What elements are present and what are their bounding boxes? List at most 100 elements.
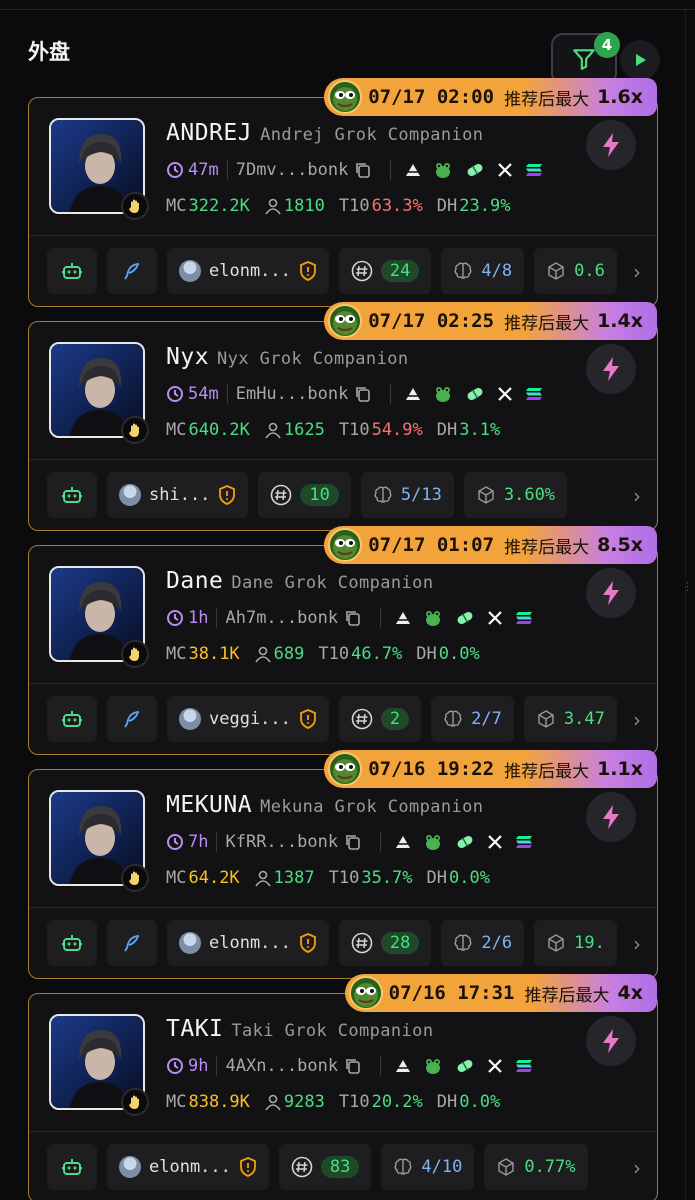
replies-button[interactable]: 2 [338,696,422,742]
creator-button[interactable]: elonm... [167,248,329,294]
creator-button[interactable]: elonm... [107,1144,269,1190]
contract-address[interactable]: Ah7m...bonk [225,608,338,628]
replies-button[interactable]: 24 [338,248,432,294]
token-card[interactable]: 07/17 01:07 推荐后最大 8.5x Dane Dane Grok Com… [28,526,658,755]
lightning-icon [603,805,619,829]
frog-icon[interactable] [423,609,443,627]
resize-handle-icon[interactable]: ⋮ [682,580,693,593]
frog-icon[interactable] [423,833,443,851]
frog-icon[interactable] [433,385,453,403]
replies-button[interactable]: 83 [278,1144,372,1190]
shield-warning-icon [219,485,236,505]
smart-money-button[interactable]: 4/10 [381,1144,475,1190]
frog-icon[interactable] [433,161,453,179]
chevron-right-icon[interactable]: › [633,932,641,956]
divider [380,1056,382,1076]
solana-icon[interactable] [515,611,533,625]
pump-icon[interactable] [405,387,421,401]
bot-button[interactable] [47,920,97,966]
frog-icon[interactable] [423,1057,443,1075]
t10-value: 54.9% [371,420,423,440]
chevron-right-icon[interactable]: › [633,1156,641,1180]
dev-hold-button[interactable]: 19. [534,920,617,966]
market-cap-value: 640.2K [188,420,250,440]
creator-button[interactable]: elonm... [167,920,329,966]
divider [390,160,392,180]
pump-icon[interactable] [405,163,421,177]
recommend-ribbon: 07/17 02:25 推荐后最大 1.4x [324,302,657,340]
contract-address[interactable]: 7Dmv...bonk [236,160,349,180]
quick-buy-button[interactable] [586,1016,636,1066]
token-fullname: Andrej Grok Companion [260,125,484,145]
dev-hold-button[interactable]: 3.60% [463,472,568,518]
pill-icon[interactable] [455,610,475,626]
pump-icon[interactable] [395,835,411,849]
copy-icon[interactable] [344,609,362,627]
pump-icon[interactable] [395,1059,411,1073]
chevron-right-icon[interactable]: › [633,708,641,732]
clock-icon [167,834,183,850]
copy-icon[interactable] [354,161,372,179]
x-twitter-icon[interactable] [497,162,513,178]
max-multiplier: 1.1x [597,758,643,780]
solana-icon[interactable] [515,1059,533,1073]
token-age-value: 9h [188,1056,209,1076]
smart-money-button[interactable]: 2/6 [441,920,525,966]
bot-button[interactable] [47,1144,97,1190]
pill-icon[interactable] [465,162,485,178]
scrollbar[interactable] [685,10,695,1200]
solana-icon[interactable] [515,835,533,849]
quick-buy-button[interactable] [586,120,636,170]
bot-button[interactable] [47,472,97,518]
token-card[interactable]: 07/17 02:25 推荐后最大 1.4x Nyx Nyx Grok Compa… [28,302,658,531]
token-ticker: Nyx [166,344,210,370]
pill-icon[interactable] [455,834,475,850]
play-icon [636,54,646,66]
dev-hold-button[interactable]: 0.77% [484,1144,588,1190]
contract-address[interactable]: KfRR...bonk [225,832,338,852]
pill-icon[interactable] [455,1058,475,1074]
quick-buy-button[interactable] [586,568,636,618]
pill-icon[interactable] [465,386,485,402]
chevron-right-icon[interactable]: › [633,260,641,284]
dev-hold-button[interactable]: 3.47 [523,696,617,742]
bot-button[interactable] [47,248,97,294]
copy-icon[interactable] [344,833,362,851]
smart-money-button[interactable]: 5/13 [360,472,454,518]
copy-icon[interactable] [344,1057,362,1075]
contract-address[interactable]: EmHu...bonk [236,384,349,404]
bot-button[interactable] [47,696,97,742]
t10-value: 63.3% [371,196,423,216]
clock-icon [167,1058,183,1074]
chevron-right-icon[interactable]: › [633,484,641,508]
x-twitter-icon[interactable] [487,834,503,850]
solana-icon[interactable] [525,387,543,401]
contract-address[interactable]: 4AXn...bonk [225,1056,338,1076]
creator-button[interactable]: shi... [107,472,249,518]
play-button[interactable] [620,40,660,80]
x-twitter-icon[interactable] [497,386,513,402]
website-button[interactable] [107,248,157,294]
quick-buy-button[interactable] [586,792,636,842]
card-actions: elonm... 24 4/8 0.6 [47,248,641,294]
copy-icon[interactable] [354,385,372,403]
pump-icon[interactable] [395,611,411,625]
quick-buy-button[interactable] [586,344,636,394]
replies-button[interactable]: 28 [338,920,432,966]
token-card[interactable]: 07/17 02:00 推荐后最大 1.6x ANDREJ Andrej Grok… [28,78,658,307]
divider [216,608,218,628]
website-button[interactable] [107,696,157,742]
recommend-time: 07/17 02:25 [368,310,495,332]
solana-icon[interactable] [525,163,543,177]
replies-button[interactable]: 10 [258,472,351,518]
website-button[interactable] [107,920,157,966]
token-meta-row: 7h KfRR...bonk [166,832,539,852]
dev-hold-button[interactable]: 0.6 [534,248,617,294]
creator-button[interactable]: veggi... [167,696,329,742]
smart-money-button[interactable]: 2/7 [431,696,514,742]
x-twitter-icon[interactable] [487,1058,503,1074]
smart-money-button[interactable]: 4/8 [441,248,525,294]
token-card[interactable]: 07/16 19:22 推荐后最大 1.1x MEKUNA Mekuna Grok… [28,750,658,979]
x-twitter-icon[interactable] [487,610,503,626]
token-card[interactable]: 07/16 17:31 推荐后最大 4x TAKI Taki Grok Compa… [28,974,658,1200]
